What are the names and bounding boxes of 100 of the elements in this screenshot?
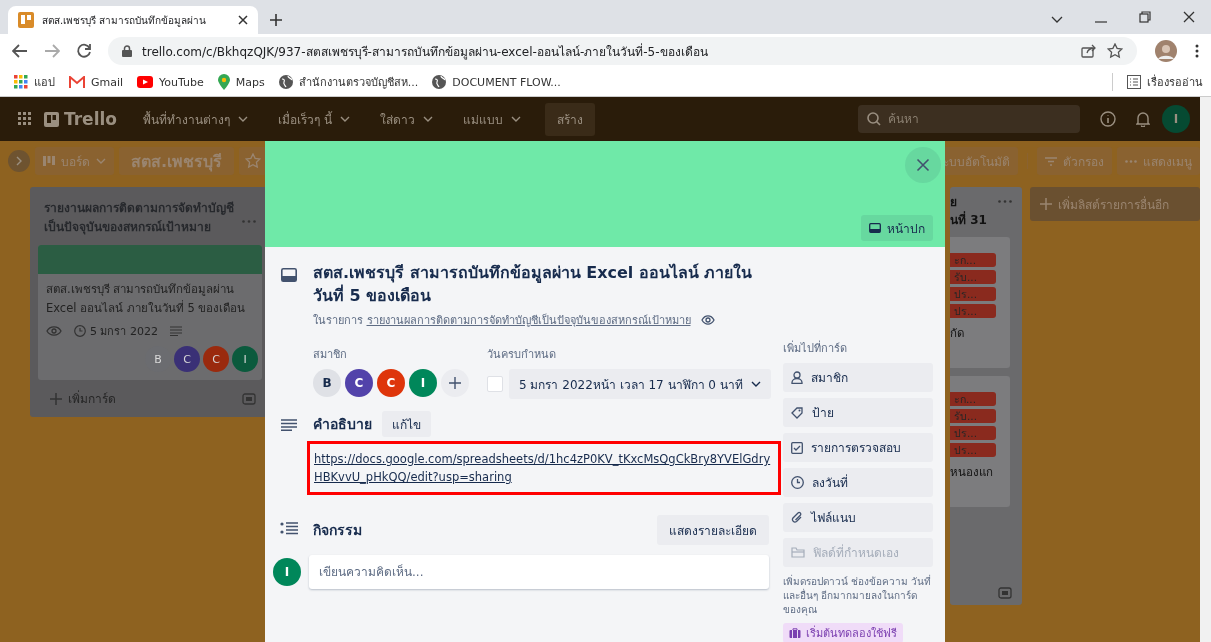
member-avatar[interactable]: C: [377, 369, 405, 397]
eye-icon: [46, 326, 62, 336]
briefcase-icon: [789, 628, 801, 638]
apps-grid-icon[interactable]: [18, 112, 32, 126]
show-details-button[interactable]: แสดงรายละเอียด: [657, 515, 769, 545]
close-icon[interactable]: [1183, 11, 1195, 23]
sidebar-button[interactable]: ลงวันที่: [783, 468, 933, 497]
nav-menu-button[interactable]: เมื่อเร็วๆ นี้: [272, 105, 356, 133]
nav-menu-button[interactable]: แม่แบบ: [456, 105, 527, 133]
chevron-down-icon: [510, 116, 521, 122]
trello-logo[interactable]: Trello: [44, 109, 117, 129]
card-label: รับ...: [950, 409, 996, 423]
card-label: ปร...: [950, 304, 996, 318]
comment-field[interactable]: เขียนความคิดเห็น...: [309, 555, 769, 589]
create-button[interactable]: สร้าง: [544, 102, 595, 136]
nav-menu-button[interactable]: ใส่ดาว: [373, 105, 439, 133]
tab-title: สตส.เพชรบุรี สามารถบันทึกข้อมูลผ่าน: [42, 13, 208, 28]
member-avatar[interactable]: C: [345, 369, 373, 397]
cover-button[interactable]: หน้าปก: [861, 215, 933, 241]
edit-button[interactable]: แก้ไข: [382, 411, 431, 437]
person-icon: [791, 371, 803, 384]
card-label: ปร...: [950, 426, 996, 440]
star-icon: [245, 153, 262, 169]
card[interactable]: ะก... รับ... ปร... ปร... กัด: [950, 237, 1010, 368]
apps-grid-icon: [14, 75, 28, 89]
list-title[interactable]: ย: [950, 193, 987, 211]
reading-list-button[interactable]: เรื่องรออ่าน: [1127, 73, 1203, 91]
folder-icon: [791, 547, 805, 558]
list-title[interactable]: นที่ 31: [950, 211, 987, 229]
bookmark[interactable]: YouTube: [137, 75, 204, 89]
chevron-down-icon[interactable]: [1051, 16, 1063, 23]
sidebar-button[interactable]: รายการตรวจสอบ: [783, 433, 933, 462]
info-icon[interactable]: [1100, 111, 1116, 127]
sidebar-button[interactable]: ป้าย: [783, 398, 933, 427]
map-pin-icon: [217, 74, 230, 90]
new-tab-icon[interactable]: [270, 14, 282, 26]
board-icon: [18, 12, 34, 28]
member-avatar[interactable]: I: [232, 346, 258, 372]
eye-icon[interactable]: [700, 315, 715, 325]
board-icon: [44, 111, 59, 127]
checkbox[interactable]: [487, 376, 503, 392]
globe-icon: [278, 75, 293, 89]
search-field[interactable]: ค้นหา: [858, 105, 1080, 133]
user-avatar[interactable]: I: [1162, 105, 1190, 133]
more-icon: [1125, 159, 1137, 163]
card-label: ะก...: [950, 253, 996, 267]
bookmark[interactable]: DOCUMENT FLOW...: [432, 75, 561, 89]
scrollbar[interactable]: [1200, 97, 1211, 642]
plus-icon[interactable]: [441, 369, 469, 397]
member-avatar[interactable]: B: [313, 369, 341, 397]
card[interactable]: สตส.เพชรบุรี สามารถบันทึกข้อมูลผ่าน Excel ออนไลน์ ภายในวันที่ 5 ของเดือน 5 มกรา 2022 B C C I: [38, 245, 262, 380]
bookmark[interactable]: แอป: [14, 73, 55, 91]
list-link[interactable]: รายงานผลการติดตามการจัดทำบัญชีเป็นปัจจุบันของสหกรณ์เป้าหมาย: [366, 314, 691, 327]
address-bar[interactable]: trello.com/c/BkhqzQJK/937-สตสเพชรบุรี-สามารถบันทึกข้อมูลผ่าน-excel-ออนไลน์-ภายในวันที่-5-ของเดือน: [108, 37, 1137, 65]
plus-icon: [50, 392, 62, 405]
chevron-down-icon: [339, 116, 350, 122]
clock-icon: [791, 476, 804, 489]
due-date-text: 5 มกรา 2022: [74, 322, 158, 340]
card-icon: [279, 265, 299, 285]
bookmark[interactable]: Maps: [217, 74, 265, 90]
nav-menu-button[interactable]: พื้นที่ทำงานต่างๆ: [137, 105, 254, 133]
card-label: ปร...: [950, 287, 996, 301]
trial-button[interactable]: เริ่มต้นทดลองใช้ฟรี: [783, 623, 903, 642]
plus-icon: [1040, 198, 1052, 210]
profile-icon[interactable]: [1155, 40, 1177, 62]
member-avatar[interactable]: C: [174, 346, 200, 372]
more-icon[interactable]: [1195, 44, 1199, 58]
card[interactable]: ะก... รับ... ปร... ปร... หนองแก: [950, 376, 1010, 507]
browser-tab[interactable]: สตส.เพชรบุรี สามารถบันทึกข้อมูลผ่าน: [8, 6, 258, 34]
filter-icon: [1045, 156, 1057, 166]
member-avatar[interactable]: I: [409, 369, 437, 397]
tag-icon: [791, 406, 804, 419]
card-title: กัด: [950, 325, 965, 342]
paperclip-icon: [791, 511, 803, 524]
due-date-button[interactable]: 5 มกรา 2022หน้า เวลา 17 นาฬิกา 0 นาที: [509, 369, 771, 399]
lock-icon: [122, 45, 132, 57]
chevron-down-icon: [422, 116, 433, 122]
star-button[interactable]: [239, 147, 268, 175]
card-title: สตส.เพชรบุรี สามารถบันทึกข้อมูลผ่าน Excel ออนไลน์ ภายในวันที่ 5 ของเดือน: [45, 281, 247, 317]
description-link[interactable]: https://docs.google.com/spreadsheets/d/1hc4zP0KV_tKxcMsQgCkBry8YVElGdryHBKvvU_pHkQQ/edit?usp=sharing: [314, 450, 774, 486]
upsell-text: เพิ่มดรอปดาวน์ ช่องข้อความ วันที่ และอื่นๆ อีกมากมายลงในการ์ดของคุณ: [783, 575, 933, 617]
card-label: ะก...: [950, 392, 996, 406]
sidebar-button[interactable]: สมาชิก: [783, 363, 933, 392]
star-icon[interactable]: [1107, 43, 1123, 59]
close-icon[interactable]: [238, 15, 248, 25]
back-icon[interactable]: [12, 44, 28, 58]
card-label: รับ...: [950, 270, 996, 284]
sidebar-button[interactable]: ไฟล์แนบ: [783, 503, 933, 532]
cover-icon: [869, 223, 881, 233]
bell-icon[interactable]: [1136, 111, 1150, 127]
member-avatar[interactable]: C: [203, 346, 229, 372]
in-list-text: ในรายการ รายงานผลการติดตามการจัดทำบัญชีเป็นปัจจุบันของสหกรณ์เป้าหมาย: [313, 312, 691, 329]
bookmark[interactable]: Gmail: [69, 75, 124, 89]
share-icon[interactable]: [1081, 44, 1097, 58]
card-title[interactable]: สตส.เพชรบุรี สามารถบันทึกข้อมูลผ่าน Excel ออนไลน์ ภายในวันที่ 5 ของเดือน: [313, 247, 771, 307]
url-text: trello.com/c/BkhqzQJK/937-สตสเพชรบุรี-สามารถบันทึกข้อมูลผ่าน-excel-ออนไลน์-ภายในวันที่-5-ของเดือน: [142, 42, 708, 61]
restore-icon[interactable]: [1139, 11, 1151, 23]
bookmark[interactable]: สำนักงานตรวจบัญชีสห...: [278, 73, 419, 91]
reload-icon[interactable]: [76, 43, 92, 59]
section-label: สมาชิก: [313, 347, 348, 363]
